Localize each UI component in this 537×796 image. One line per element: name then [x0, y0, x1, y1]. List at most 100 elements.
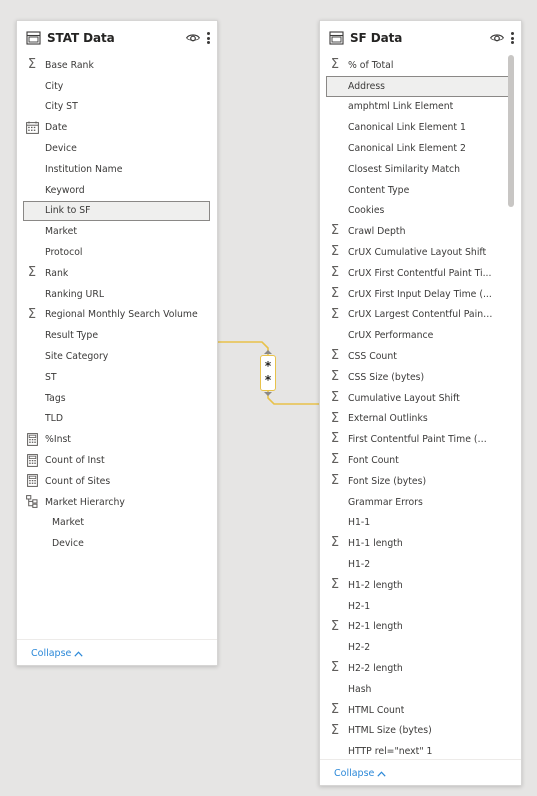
field-item[interactable]: Content Type [320, 180, 521, 201]
field-label: CrUX First Input Delay Time (... [348, 288, 492, 300]
sigma-icon: Σ [330, 223, 340, 239]
field-item[interactable]: Σ H1-2 length [320, 575, 521, 596]
field-label: H2-2 length [348, 663, 403, 674]
sigma-icon: Σ [330, 472, 340, 488]
field-item[interactable]: Σ First Contentful Paint Time (ms) [320, 429, 521, 450]
field-label: Canonical Link Element 2 [348, 143, 466, 155]
field-label: City [45, 80, 64, 92]
field-item[interactable]: Closest Similarity Match [320, 159, 521, 180]
field-label: amphtml Link Element [348, 101, 454, 113]
hierarchy-level-item[interactable]: Market [17, 513, 217, 534]
field-item[interactable]: Σ H1-1 length [320, 533, 521, 554]
field-item[interactable]: City ST [17, 97, 217, 118]
field-item[interactable]: Σ Rank [17, 263, 217, 284]
stat-data-table-card[interactable]: STAT Data Σ Base Rank City City ST Date Devic… [16, 20, 218, 666]
field-item[interactable]: Σ CSS Size (bytes) [320, 367, 521, 388]
field-item[interactable]: Hash [320, 679, 521, 700]
field-label: Keyword [45, 184, 85, 196]
field-item[interactable]: Σ CrUX Cumulative Layout Shift [320, 242, 521, 263]
sigma-icon: Σ [27, 306, 37, 322]
field-label: Device [52, 538, 84, 550]
field-label: Date [45, 122, 68, 134]
field-label: HTTP rel="next" 1 [348, 746, 433, 758]
field-item[interactable]: Σ Crawl Depth [320, 221, 521, 242]
field-item[interactable]: Σ H2-2 length [320, 658, 521, 679]
eye-icon[interactable] [489, 30, 505, 46]
field-label: CrUX First Contentful Paint Ti... [348, 267, 492, 279]
field-item[interactable]: TLD [17, 409, 217, 430]
field-item[interactable]: %Inst [17, 429, 217, 450]
sigma-icon: Σ [330, 264, 340, 280]
field-item[interactable]: Count of Sites [17, 471, 217, 492]
field-item[interactable]: Σ CrUX Largest Contentful Paint... [320, 305, 521, 326]
field-item[interactable]: Σ CSS Count [320, 346, 521, 367]
field-label: Count of Inst [45, 455, 105, 467]
field-item[interactable]: Ranking URL [17, 284, 217, 305]
field-label: Grammar Errors [348, 496, 423, 508]
field-label: HTML Count [348, 704, 405, 716]
field-item[interactable]: City [17, 76, 217, 97]
field-item[interactable]: Link to SF [23, 200, 210, 222]
field-item[interactable]: Institution Name [17, 159, 217, 180]
field-item[interactable]: H2-2 [320, 637, 521, 658]
sigma-icon: Σ [330, 452, 340, 468]
table-title: SF Data [350, 31, 403, 45]
table-header[interactable]: STAT Data [17, 21, 217, 55]
collapse-button[interactable]: Collapse [31, 648, 84, 659]
field-list: Σ % of Total Address amphtml Link Element Ca… [320, 55, 521, 762]
table-title: STAT Data [47, 31, 115, 45]
calendar-icon [25, 120, 39, 134]
to-cardinality: * [264, 373, 272, 387]
field-item[interactable]: Keyword [17, 180, 217, 201]
field-label: Device [45, 143, 77, 155]
field-item[interactable]: Result Type [17, 325, 217, 346]
field-label: H1-1 length [348, 538, 403, 550]
field-item[interactable]: H1-2 [320, 554, 521, 575]
field-item[interactable]: Σ HTML Size (bytes) [320, 721, 521, 742]
field-item[interactable]: Σ Base Rank [17, 55, 217, 76]
relationship-cardinality-badge[interactable]: * * [260, 350, 276, 396]
field-item[interactable]: Device [17, 138, 217, 159]
field-item[interactable]: Count of Inst [17, 450, 217, 471]
field-item[interactable]: Σ Font Size (bytes) [320, 471, 521, 492]
field-item[interactable]: Date [17, 117, 217, 138]
field-item[interactable]: Site Category [17, 346, 217, 367]
sigma-icon: Σ [330, 348, 340, 364]
field-item[interactable]: Σ H2-1 length [320, 617, 521, 638]
field-item[interactable]: Canonical Link Element 1 [320, 117, 521, 138]
field-item[interactable]: amphtml Link Element [320, 97, 521, 118]
field-item[interactable]: Address [326, 75, 514, 97]
field-item[interactable]: ST [17, 367, 217, 388]
hierarchy-level-item[interactable]: Device [17, 533, 217, 554]
more-options-icon[interactable] [205, 30, 211, 46]
field-item[interactable]: Σ HTML Count [320, 700, 521, 721]
field-label: Ranking URL [45, 288, 105, 300]
field-item[interactable]: Market Hierarchy [17, 492, 217, 513]
field-item[interactable]: Σ Font Count [320, 450, 521, 471]
collapse-button[interactable]: Collapse [334, 768, 387, 779]
eye-icon[interactable] [185, 30, 201, 46]
sigma-icon: Σ [330, 701, 340, 717]
field-item[interactable]: Protocol [17, 242, 217, 263]
field-item[interactable]: Σ Cumulative Layout Shift [320, 388, 521, 409]
calculator-icon [25, 432, 39, 446]
field-item[interactable]: Grammar Errors [320, 492, 521, 513]
field-item[interactable]: Canonical Link Element 2 [320, 138, 521, 159]
table-header[interactable]: SF Data [320, 21, 521, 55]
field-label: Content Type [348, 184, 410, 196]
field-item[interactable]: Σ CrUX First Input Delay Time (... [320, 284, 521, 305]
scrollbar[interactable] [508, 55, 514, 207]
field-item[interactable]: CrUX Performance [320, 325, 521, 346]
more-options-icon[interactable] [509, 30, 515, 46]
field-item[interactable]: Σ Regional Monthly Search Volume [17, 305, 217, 326]
field-item[interactable]: H2-1 [320, 596, 521, 617]
field-item[interactable]: Tags [17, 388, 217, 409]
field-item[interactable]: Σ CrUX First Contentful Paint Ti... [320, 263, 521, 284]
field-item[interactable]: Σ % of Total [320, 55, 521, 76]
field-item[interactable]: Σ External Outlinks [320, 409, 521, 430]
field-item[interactable]: Market [17, 221, 217, 242]
field-item[interactable]: H1-1 [320, 513, 521, 534]
field-item[interactable]: Cookies [320, 201, 521, 222]
sf-data-table-card[interactable]: SF Data Σ % of Total Address amphtml Link E… [319, 20, 522, 786]
field-label: Institution Name [45, 163, 123, 175]
